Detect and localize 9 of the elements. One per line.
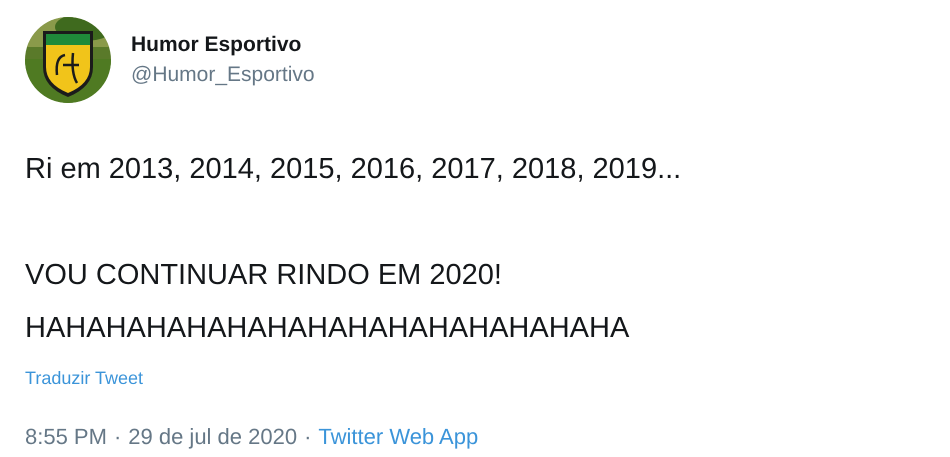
author-handle[interactable]: @Humor_Esportivo	[131, 60, 315, 90]
author-name[interactable]: Humor Esportivo	[131, 30, 315, 60]
tweet-text: Ri em 2013, 2014, 2015, 2016, 2017, 2018, 2019... VOU CONTINUAR RINDO EM 2020! HAHAHAHAHAHAHAHAHAHAHAHAHAHAHA	[25, 152, 682, 346]
timestamp-text: 29 de jul de 2020	[128, 423, 298, 451]
source-link[interactable]: Twitter Web App	[318, 420, 478, 453]
translate-link[interactable]: Traduzir Tweet	[25, 365, 144, 392]
timestamp-text: 8:55 PM	[25, 423, 107, 451]
separator-dot: ·	[114, 423, 122, 451]
separator-dot: ·	[304, 423, 312, 451]
